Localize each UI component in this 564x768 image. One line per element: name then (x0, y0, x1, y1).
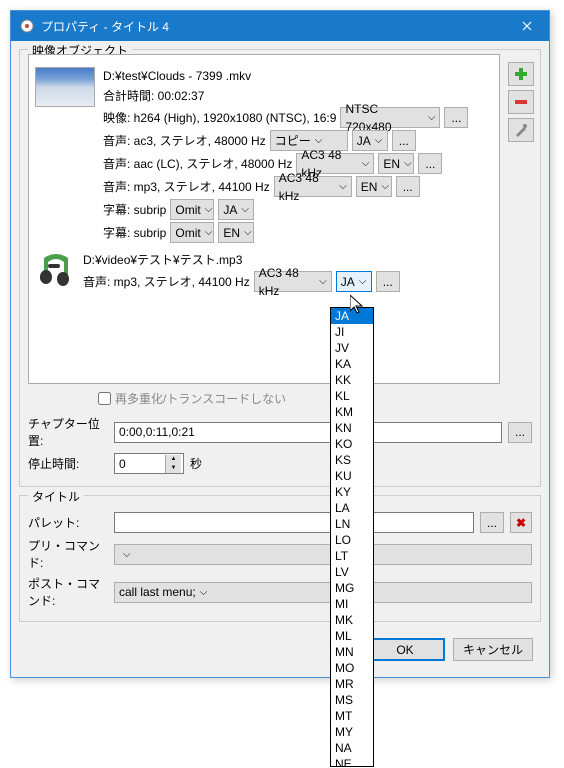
dropdown-option[interactable]: MO (331, 660, 373, 676)
spin-up[interactable]: ▲ (165, 455, 181, 464)
dropdown-option[interactable]: LN (331, 516, 373, 532)
pause-label: 停止時間: (28, 455, 108, 472)
dropdown-option[interactable]: MN (331, 644, 373, 660)
palette-clear-button[interactable]: ✖ (510, 512, 532, 533)
dropdown-option[interactable]: MT (331, 708, 373, 724)
video-thumbnail (35, 67, 95, 107)
dropdown-option[interactable]: LO (331, 532, 373, 548)
file-path: D:¥test¥Clouds - 7399 .mkv (103, 67, 493, 85)
dropdown-option[interactable]: LA (331, 500, 373, 516)
pause-spinner[interactable]: ▲▼ (114, 453, 184, 474)
sub2-action-combo[interactable]: Omit (170, 222, 214, 243)
dropdown-option[interactable]: KK (331, 372, 373, 388)
remove-button[interactable] (508, 90, 534, 114)
video-format-combo[interactable]: NTSC 720x480 (340, 107, 440, 128)
dropdown-option[interactable]: KU (331, 468, 373, 484)
file2-lang-combo[interactable]: JA (336, 271, 372, 292)
sub1-action-combo[interactable]: Omit (170, 199, 214, 220)
dropdown-option[interactable]: KM (331, 404, 373, 420)
dropdown-option[interactable]: KL (331, 388, 373, 404)
dropdown-option[interactable]: MR (331, 676, 373, 692)
sub2-lang-combo[interactable]: EN (218, 222, 254, 243)
title-group: タイトル パレット: ... ✖ プリ・コマンド: ポスト・コマンド: call… (19, 495, 541, 622)
spin-down[interactable]: ▼ (165, 464, 181, 473)
chapter-label: チャプター位置: (28, 415, 108, 449)
dropdown-option[interactable]: NA (331, 740, 373, 756)
app-icon (19, 18, 35, 34)
sub2-label: 字幕: subrip (103, 224, 166, 242)
titlebar[interactable]: プロパティ - タイトル 4 (11, 11, 549, 41)
dropdown-option[interactable]: LV (331, 564, 373, 580)
audio2-lang-combo[interactable]: EN (378, 153, 414, 174)
audio2-label: 音声: aac (LC), ステレオ, 48000 Hz (103, 155, 292, 173)
ok-button[interactable]: OK (365, 638, 445, 661)
audio2-more-button[interactable]: ... (418, 153, 442, 174)
remux-checkbox[interactable] (98, 392, 111, 405)
dropdown-option[interactable]: JI (331, 324, 373, 340)
video-info-label: 映像: h264 (High), 1920x1080 (NTSC), 16:9 (103, 109, 336, 127)
dropdown-option[interactable]: KY (331, 484, 373, 500)
file-item-2: D:¥video¥テスト¥テスト.mp3 音声: mp3, ステレオ, 4410… (35, 251, 493, 294)
post-command-combo[interactable]: call last menu; (114, 582, 532, 603)
dropdown-option[interactable]: KS (331, 452, 373, 468)
dialog-content: 映像オブジェクト D:¥test¥Clouds - 7399 .mkv 合計時間… (11, 41, 549, 677)
audio1-label: 音声: ac3, ステレオ, 48000 Hz (103, 132, 266, 150)
pause-input[interactable] (115, 457, 165, 471)
add-button[interactable] (508, 62, 534, 86)
dropdown-option[interactable]: JA (331, 308, 373, 324)
side-toolbar (508, 62, 534, 142)
post-command-label: ポスト・コマンド: (28, 575, 108, 609)
title-group-title: タイトル (28, 488, 84, 505)
dropdown-option[interactable]: MK (331, 612, 373, 628)
window-title: プロパティ - タイトル 4 (41, 18, 504, 35)
dropdown-option[interactable]: MI (331, 596, 373, 612)
pause-unit: 秒 (190, 455, 202, 472)
close-button[interactable] (504, 11, 549, 41)
total-time: 合計時間: 00:02:37 (103, 87, 493, 105)
dropdown-option[interactable]: KA (331, 356, 373, 372)
file2-codec-combo[interactable]: AC3 48 kHz (254, 271, 332, 292)
file-item-1: D:¥test¥Clouds - 7399 .mkv 合計時間: 00:02:3… (35, 67, 493, 245)
sub1-lang-combo[interactable]: JA (218, 199, 254, 220)
dropdown-option[interactable]: JV (331, 340, 373, 356)
chapter-browse-button[interactable]: ... (508, 422, 532, 443)
pre-command-combo[interactable] (114, 544, 532, 565)
video-object-group: 映像オブジェクト D:¥test¥Clouds - 7399 .mkv 合計時間… (19, 49, 541, 487)
dropdown-option[interactable]: LT (331, 548, 373, 564)
file2-more-button[interactable]: ... (376, 271, 400, 292)
palette-input[interactable] (114, 512, 474, 533)
dropdown-option[interactable]: MG (331, 580, 373, 596)
audio3-more-button[interactable]: ... (396, 176, 420, 197)
remux-checkbox-row: 再多重化/トランスコードしない (28, 384, 532, 411)
audio-file-icon (35, 251, 75, 291)
dropdown-option[interactable]: NE (331, 756, 373, 767)
audio3-lang-combo[interactable]: EN (356, 176, 392, 197)
audio3-label: 音声: mp3, ステレオ, 44100 Hz (103, 178, 270, 196)
dropdown-option[interactable]: MS (331, 692, 373, 708)
dropdown-option[interactable]: MY (331, 724, 373, 740)
audio3-codec-combo[interactable]: AC3 48 kHz (274, 176, 352, 197)
remux-label: 再多重化/トランスコードしない (115, 390, 286, 407)
dropdown-option[interactable]: KO (331, 436, 373, 452)
chapter-input[interactable] (114, 422, 502, 443)
property-dialog: プロパティ - タイトル 4 映像オブジェクト D:¥test¥Clouds -… (10, 10, 550, 678)
language-dropdown-list[interactable]: JAJIJVKAKKKLKMKNKOKSKUKYLALNLOLTLVMGMIMK… (330, 307, 374, 767)
audio1-more-button[interactable]: ... (392, 130, 416, 151)
settings-button[interactable] (508, 118, 534, 142)
cancel-button[interactable]: キャンセル (453, 638, 533, 661)
file-list-container: D:¥test¥Clouds - 7399 .mkv 合計時間: 00:02:3… (28, 54, 500, 384)
video-more-button[interactable]: ... (444, 107, 468, 128)
palette-browse-button[interactable]: ... (480, 512, 504, 533)
dropdown-option[interactable]: KN (331, 420, 373, 436)
file2-audio-label: 音声: mp3, ステレオ, 44100 Hz (83, 273, 250, 291)
palette-label: パレット: (28, 514, 108, 531)
dialog-button-bar: OK キャンセル (19, 630, 541, 669)
sub1-label: 字幕: subrip (103, 201, 166, 219)
dropdown-option[interactable]: ML (331, 628, 373, 644)
pre-command-label: プリ・コマンド: (28, 537, 108, 571)
